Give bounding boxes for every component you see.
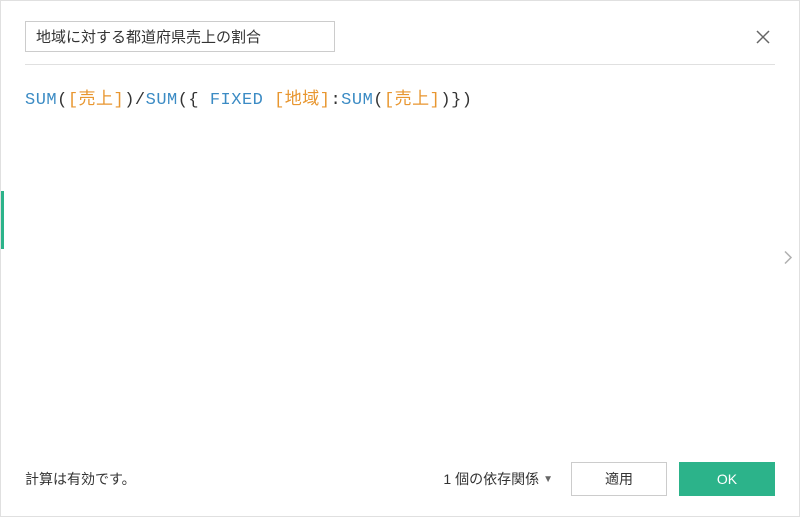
formula-token: [売上] [384, 91, 440, 110]
dialog-header [1, 1, 799, 64]
calculation-name-input[interactable] [25, 21, 335, 52]
formula-editor[interactable]: SUM([売上])/SUM({ FIXED [地域]:SUM([売上])}) [1, 65, 799, 448]
dependencies-label: 1 個の依存関係 [443, 469, 539, 489]
formula-token: ({ [178, 91, 210, 110]
formula-token: [売上] [68, 91, 124, 110]
formula-token: [地域] [274, 91, 330, 110]
formula-token: )}) [440, 91, 472, 110]
formula-token: ( [57, 91, 68, 110]
apply-button[interactable]: 適用 [571, 462, 667, 496]
formula-token [263, 91, 274, 110]
formula-token: FIXED [210, 91, 264, 110]
caret-down-icon: ▼ [543, 474, 553, 485]
calculation-editor-dialog: SUM([売上])/SUM({ FIXED [地域]:SUM([売上])}) 計… [1, 1, 799, 516]
validation-status: 計算は有効です。 [25, 469, 136, 489]
formula-token: )/ [124, 91, 145, 110]
formula-token: SUM [25, 91, 57, 110]
chevron-right-icon [783, 249, 793, 265]
close-button[interactable] [751, 25, 775, 49]
expand-panel-button[interactable] [779, 245, 797, 272]
formula-token: SUM [341, 91, 373, 110]
close-icon [755, 29, 771, 45]
formula-token: SUM [146, 91, 178, 110]
dependencies-dropdown[interactable]: 1 個の依存関係 ▼ [437, 465, 559, 493]
formula-token: ( [373, 91, 384, 110]
ok-button[interactable]: OK [679, 462, 775, 496]
formula-token: : [330, 91, 341, 110]
dialog-footer: 計算は有効です。 1 個の依存関係 ▼ 適用 OK [1, 448, 799, 516]
